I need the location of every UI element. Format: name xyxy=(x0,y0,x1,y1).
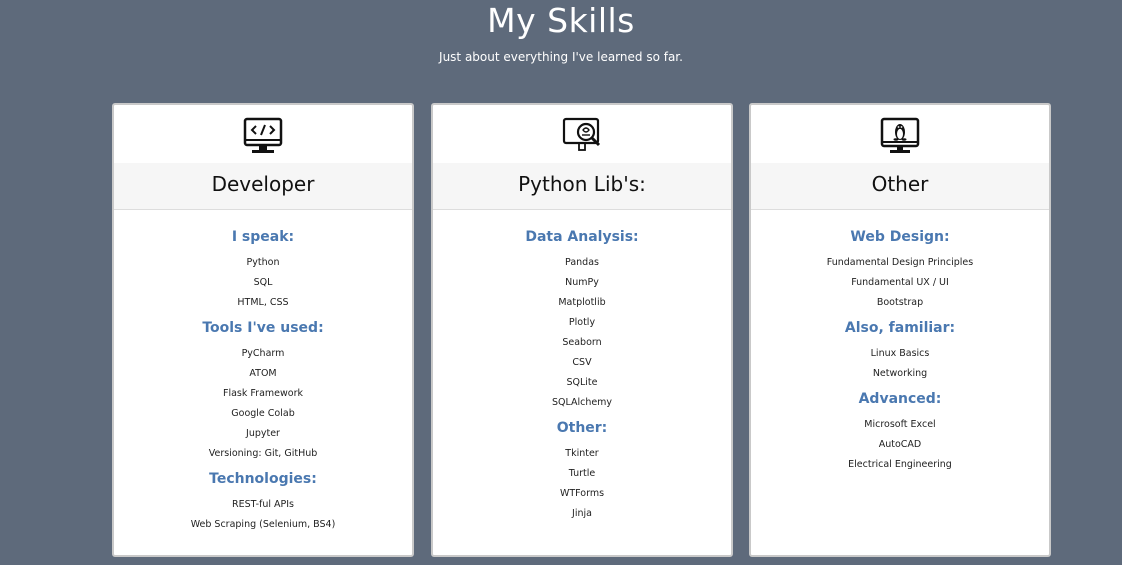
skill-item: REST-ful APIs xyxy=(232,499,294,510)
skill-item: SQLAlchemy xyxy=(551,397,613,408)
skill-group-title: Other: xyxy=(556,420,608,436)
skill-card-developer: Developer I speak: Python SQL HTML, CSS … xyxy=(112,103,414,557)
skill-card-python-libs: Python Lib's: Data Analysis: Pandas NumP… xyxy=(431,103,733,557)
skill-item: Jinja xyxy=(572,508,592,519)
skill-item: Fundamental Design Principles xyxy=(826,257,974,268)
card-title: Python Lib's: xyxy=(433,163,731,210)
skill-item: Electrical Engineering xyxy=(848,459,952,470)
skill-item: Linux Basics xyxy=(870,348,930,359)
card-body: Data Analysis: Pandas NumPy Matplotlib P… xyxy=(433,210,731,524)
skill-item: Seaborn xyxy=(562,337,602,348)
skill-item: AutoCAD xyxy=(878,439,922,450)
skill-card-other: Other Web Design: Fundamental Design Pri… xyxy=(749,103,1051,557)
card-icon-area xyxy=(433,105,731,163)
skill-item: HTML, CSS xyxy=(237,297,289,308)
skill-group-title: I speak: xyxy=(231,229,295,245)
skill-item: Microsoft Excel xyxy=(864,419,936,430)
skill-group: Other: Tkinter Turtle WTForms Jinja xyxy=(433,419,731,524)
skill-group-title: Advanced: xyxy=(858,391,942,407)
skill-group: I speak: Python SQL HTML, CSS xyxy=(114,228,412,313)
skill-group: Technologies: REST-ful APIs Web Scraping… xyxy=(114,470,412,535)
skill-group-title: Web Design: xyxy=(850,229,950,245)
skill-item: Versioning: Git, GitHub xyxy=(208,448,318,459)
skill-item: Networking xyxy=(872,368,928,379)
skill-item: Python xyxy=(246,257,280,268)
card-body: I speak: Python SQL HTML, CSS Tools I've… xyxy=(114,210,412,535)
skill-item: Fundamental UX / UI xyxy=(851,277,949,288)
skill-group: Web Design: Fundamental Design Principle… xyxy=(751,228,1049,313)
skill-item: Jupyter xyxy=(246,428,280,439)
skill-item: Flask Framework xyxy=(223,388,303,399)
page-subtitle: Just about everything I've learned so fa… xyxy=(439,50,683,64)
skill-item: SQL xyxy=(253,277,273,288)
page-title: My Skills xyxy=(487,1,635,40)
skill-group-title: Tools I've used: xyxy=(202,320,324,336)
skill-group-title: Data Analysis: xyxy=(525,229,639,245)
skill-item: Turtle xyxy=(568,468,596,479)
skill-item: Pandas xyxy=(565,257,599,268)
skill-item: WTForms xyxy=(559,488,605,499)
skill-group-title: Also, familiar: xyxy=(844,320,956,336)
skill-item: PyCharm xyxy=(241,348,285,359)
card-title: Other xyxy=(751,163,1049,210)
monitor-linux-icon xyxy=(880,117,920,153)
card-icon-area xyxy=(751,105,1049,163)
skill-group: Data Analysis: Pandas NumPy Matplotlib P… xyxy=(433,228,731,413)
skill-group: Advanced: Microsoft Excel AutoCAD Electr… xyxy=(751,390,1049,475)
skill-group-title: Technologies: xyxy=(209,471,317,487)
skill-group: Tools I've used: PyCharm ATOM Flask Fram… xyxy=(114,319,412,464)
skill-item: Tkinter xyxy=(565,448,599,459)
skill-item: Matplotlib xyxy=(558,297,606,308)
skill-group: Also, familiar: Linux Basics Networking xyxy=(751,319,1049,384)
card-body: Web Design: Fundamental Design Principle… xyxy=(751,210,1049,475)
card-title: Developer xyxy=(114,163,412,210)
skill-item: Google Colab xyxy=(231,408,295,419)
skill-item: NumPy xyxy=(565,277,599,288)
skill-item: Plotly xyxy=(568,317,596,328)
skill-item: Bootstrap xyxy=(876,297,924,308)
card-icon-area xyxy=(114,105,412,163)
monitor-magnifier-icon xyxy=(562,117,601,151)
skill-item: ATOM xyxy=(249,368,277,379)
skill-item: SQLite xyxy=(566,377,598,388)
skill-item: CSV xyxy=(572,357,592,368)
monitor-code-icon xyxy=(243,117,283,153)
skill-item: Web Scraping (Selenium, BS4) xyxy=(190,519,336,530)
